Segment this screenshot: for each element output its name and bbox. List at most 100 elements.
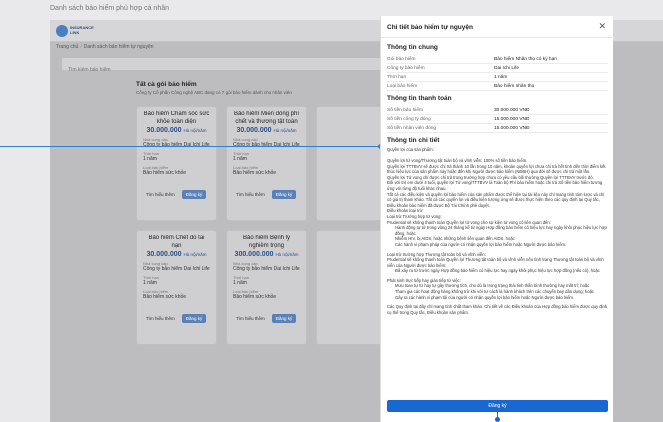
page-label: Danh sách bảo hiểm phù hợp cá nhân [50,5,170,12]
logo-text: INSURANCE LINK [70,25,94,35]
card-type: Bảo hiểm sức khỏe [143,294,187,300]
card-term: 1 năm [233,156,247,162]
detail-body: Quyền lợi tử vong/Thương tật toàn bộ và … [387,158,608,396]
panel-title: Chi tiết bảo hiểm tự nguyện [387,24,473,31]
card-price-value: 30.000.000 [146,127,182,134]
payment-row: Số tiền nhân viên đóng 15.000.000 VNĐ [387,124,608,133]
logo-line-2: LINK [70,30,80,35]
card-term: 1 năm [143,280,157,286]
card-price: 30.000.000 Hà nội/năm [143,127,210,134]
list-item: Hành động tự tử trong vòng 24 tháng kể t… [395,225,608,236]
close-icon[interactable]: ✕ [598,22,606,31]
learn-more-button[interactable]: Tìm hiểu thêm [233,190,268,199]
detail-footer: Các Quy định tại đây chỉ mang tính chất … [387,304,608,315]
section-subtitle: Công ty Cổ phần Công nghệ ABC đang có 7 … [136,90,292,95]
info-value: Bảo hiểm Nhân thọ có kỳ hạn [494,57,557,62]
card-price-unit: Hà nội/năm [275,252,299,257]
search-bar[interactable] [62,58,392,76]
payment-heading: Thông tin thanh toán [387,95,452,102]
payment-value: 15.000.000 VNĐ [494,117,530,122]
card-term: 1 năm [143,156,157,162]
breadcrumb-separator: / [80,44,82,50]
register-button[interactable]: Đăng ký [181,314,207,323]
panel-header: Chi tiết bảo hiểm tự nguyện ✕ [381,16,614,38]
detail-paragraph: Quyền lợi TTTBVV sẽ được chi trả thành 1… [387,163,606,175]
info-value: Dai Ichi Life [494,66,520,71]
payment-value: 15.000.000 VNĐ [494,126,530,131]
company-logo-icon[interactable] [56,25,68,37]
info-value: 1 năm [494,75,508,80]
card-price-unit: Hà nội/năm [183,128,207,133]
connector-dot [495,417,500,422]
breadcrumb-home[interactable]: Trang chủ [56,44,78,50]
card-company: Công ty bảo hiểm Dai Ichi Life [143,266,210,272]
section-title: Tất cả gói bảo hiểm [136,81,197,88]
list-item: Gây ra các hành vi phạm tội của người có… [395,295,608,301]
card-price: 30.000.000 Hà nội/năm [233,127,300,134]
card-price: 30.000.000 Hà nội/năm [143,251,210,258]
card-price-unit: Hà nội/năm [183,252,207,257]
info-row: Thời hạn 1 năm [387,73,608,82]
card-type: Bảo hiểm sức khỏe [143,170,187,176]
card-actions: Tìm hiểu thêm Đăng ký [143,314,210,323]
payment-key: Số tiền công ty đóng [387,117,431,122]
detail-panel: Chi tiết bảo hiểm tự nguyện ✕ Thông tin … [380,16,614,422]
register-button[interactable]: Đăng ký [387,400,608,412]
payment-row: Số tiền công ty đóng 15.000.000 VNĐ [387,115,608,124]
info-key: Thời hạn [387,75,407,80]
card-term: 1 năm [233,280,247,286]
info-row: Công ty bảo hiểm Dai Ichi Life [387,64,608,73]
info-row: Loại bảo hiểm Bảo hiểm nhân thọ [387,82,608,91]
search-input[interactable] [62,64,392,76]
payment-key: Số tiền nhân viên đóng [387,126,437,131]
detail-list: Mưu toan tự tử hay tự gây thương tích, c… [387,283,608,300]
info-key: Gói bảo hiểm [387,57,416,62]
detail-paragraph: Đối với trẻ em dưới 4 tuổi, quyền lợi Tử… [387,180,603,191]
list-item: Các hành vi phạm pháp của người có nhận … [395,242,608,248]
register-button[interactable]: Đăng ký [181,190,207,199]
learn-more-button[interactable]: Tìm hiểu thêm [233,314,268,323]
card-title: Bảo hiểm Chết do tai nạn [148,235,205,249]
payment-row: Số tiền bảo hiểm 30.000.000 VNĐ [387,106,608,115]
detail-subheading: Quyền lợi của sản phẩm: [387,147,434,152]
detail-paragraph: Prudential sẽ không thanh toán Quyền lợi… [387,257,604,268]
card-price-value: 300.000.000 [234,251,274,258]
card-company: Công ty bảo hiểm Dai Ichi Life [233,266,300,272]
general-heading: Thông tin chung [387,44,438,51]
list-item: Đã xảy ra từ trước ngày Hợp đồng bảo hiể… [395,268,608,274]
card-type: Bảo hiểm sức khỏe [233,294,277,300]
register-button[interactable]: Đăng ký [271,190,297,199]
list-item: Tham gia các hoạt động hàng không trừ kh… [395,289,608,295]
insurance-card[interactable]: Bảo hiểm Chăm sóc sức khỏe toàn diện 30.… [136,106,217,221]
card-price: 300.000.000 Hà nội/năm [233,251,300,258]
detail-list: Đã xảy ra từ trước ngày Hợp đồng bảo hiể… [387,268,608,274]
card-company: Công ty bảo hiểm Dai Ichi Life [143,142,210,148]
card-title: Bảo hiểm Miễn đóng phí chết và thương tậ… [233,111,300,125]
payment-key: Số tiền bảo hiểm [387,108,424,113]
card-actions: Tìm hiểu thêm Đăng ký [233,314,300,323]
insurance-card[interactable]: Bảo hiểm Miễn đóng phí chết và thương tậ… [226,106,307,221]
payment-value: 30.000.000 VNĐ [494,108,530,113]
info-row: Gói bảo hiểm Bảo hiểm Nhân thọ có kỳ hạn [387,55,608,64]
card-type: Bảo hiểm sức khỏe [233,170,277,176]
card-price-unit: Hà nội/năm [273,128,297,133]
detail-heading: Thông tin chi tiết [387,137,440,144]
connector-line [0,146,380,147]
detail-paragraph: Tất cả các điều kiện và quyền lợi bảo hi… [387,191,605,208]
card-company: Công ty bảo hiểm Dai Ichi Life [233,142,300,148]
card-actions: Tìm hiểu thêm Đăng ký [143,190,210,199]
card-price-value: 30.000.000 [146,251,182,258]
info-key: Công ty bảo hiểm [387,66,425,71]
detail-list: Hành động tự tử trong vòng 24 tháng kể t… [387,225,608,247]
learn-more-button[interactable]: Tìm hiểu thêm [143,190,178,199]
insurance-card[interactable]: Bảo hiểm Bệnh lý nghiêm trọng 300.000.00… [226,230,307,345]
breadcrumb: Trang chủ / Danh sách bảo hiểm tự nguyện [56,44,154,50]
info-value: Bảo hiểm nhân thọ [494,84,535,89]
card-price-value: 30.000.000 [236,127,272,134]
register-button[interactable]: Đăng ký [271,314,297,323]
info-key: Loại bảo hiểm [387,84,418,89]
breadcrumb-current: Danh sách bảo hiểm tự nguyện [83,44,154,50]
learn-more-button[interactable]: Tìm hiểu thêm [143,314,178,323]
insurance-card[interactable]: Bảo hiểm Chết do tai nạn 30.000.000 Hà n… [136,230,217,345]
card-actions: Tìm hiểu thêm Đăng ký [233,190,300,199]
